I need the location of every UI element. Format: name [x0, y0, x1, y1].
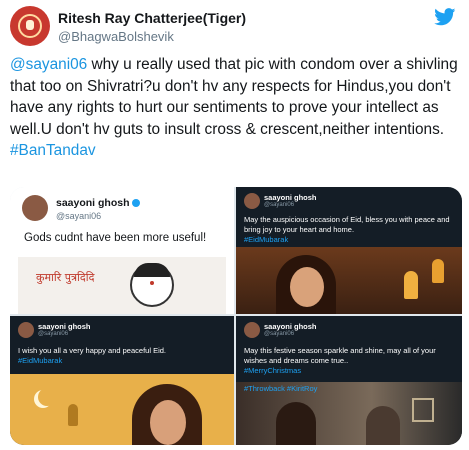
avatar-figure [26, 20, 34, 30]
panel-author-handle: @sayani06 [264, 331, 295, 337]
hashtag-link[interactable]: #BanTandav [10, 142, 96, 159]
panel-author-name: saayoni ghosh [56, 197, 140, 209]
lantern-icon [68, 404, 78, 426]
media-panel-4[interactable]: saayoni ghosh @sayani06 May this festive… [236, 316, 462, 445]
media-panel-2[interactable]: saayoni ghosh @sayani06 May the auspicio… [236, 187, 462, 314]
media-panel-3[interactable]: saayoni ghosh @sayani06 I wish you all a… [10, 316, 234, 445]
panel-author-handle: @sayani06 [264, 202, 295, 208]
sketch-image: कुमारि पुत्रदिदि [18, 257, 226, 314]
panel-tags: #Throwback #KiritRoy [244, 384, 318, 393]
portrait-face [150, 400, 186, 445]
tweet-text: @sayani06 why u really used that pic wit… [10, 54, 462, 162]
eid-photo [236, 247, 462, 314]
panel-text: May the auspicious occasion of Eid, bles… [244, 215, 450, 244]
panel-author-name: saayoni ghosh [264, 193, 317, 202]
sketch-text: कुमारि पुत्रदिदि [36, 271, 95, 284]
avatar[interactable] [10, 6, 50, 46]
panel-text: May this festive season sparkle and shin… [244, 346, 436, 375]
panel-text: Gods cudnt have been more useful! [24, 232, 207, 244]
panel-author-handle: @sayani06 [56, 211, 102, 221]
wall-frame [412, 398, 434, 422]
twitter-bird-icon[interactable] [434, 8, 456, 26]
media-grid[interactable]: saayoni ghosh @sayani06 Gods cudnt have … [10, 187, 462, 445]
avatar [244, 322, 260, 338]
christmas-photo: #Throwback #KiritRoy [236, 382, 462, 445]
panel-text: I wish you all a very happy and peaceful… [18, 346, 167, 365]
tweet-header: Ritesh Ray Chatterjee(Tiger) @BhagwaBols… [10, 4, 460, 46]
panel-author-name: saayoni ghosh [38, 322, 91, 331]
panel-author-handle: @sayani06 [38, 331, 69, 337]
avatar [18, 322, 34, 338]
sketch-hair [134, 263, 170, 277]
avatar [22, 195, 48, 221]
mention-link[interactable]: @sayani06 [10, 56, 87, 73]
panel-author-name: saayoni ghosh [264, 322, 317, 331]
author-handle[interactable]: @BhagwaBolshevik [58, 29, 174, 44]
sketch-bindi [150, 281, 154, 285]
verified-icon [131, 199, 140, 208]
crescent-icon [38, 388, 56, 406]
portrait [276, 402, 316, 445]
lantern-icon [404, 271, 418, 299]
media-panel-1[interactable]: saayoni ghosh @sayani06 Gods cudnt have … [10, 187, 236, 314]
portrait [366, 406, 400, 445]
lantern-icon [432, 259, 444, 283]
portrait-face [290, 267, 324, 307]
eid-photo [10, 374, 234, 445]
avatar [244, 193, 260, 209]
author-name[interactable]: Ritesh Ray Chatterjee(Tiger) [58, 10, 246, 26]
